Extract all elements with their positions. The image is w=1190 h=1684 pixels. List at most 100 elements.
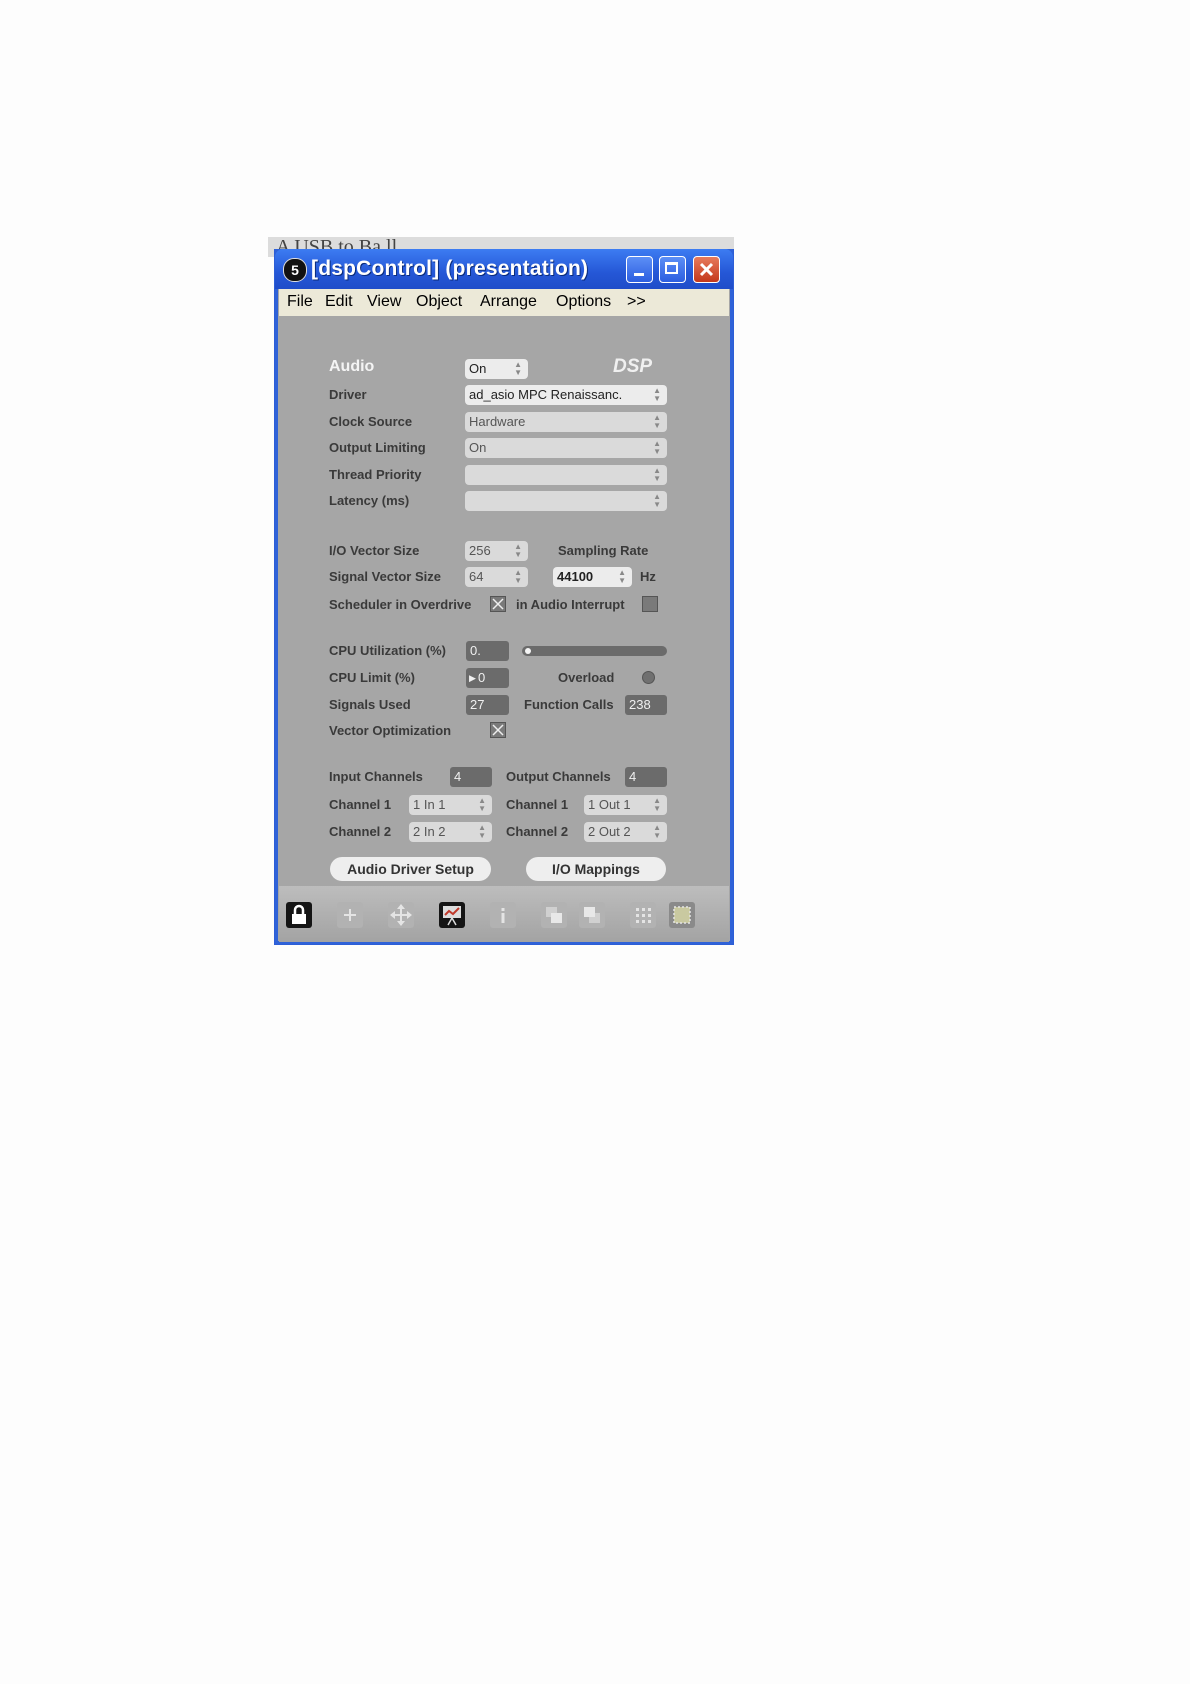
send-back-icon <box>584 907 600 923</box>
output-channel-1-menu[interactable]: 1 Out 1 ▲ ▼ <box>584 795 667 815</box>
move-icon <box>390 904 412 926</box>
output-channel-2-menu[interactable]: 2 Out 2 ▲ ▼ <box>584 822 667 842</box>
presentation-area: Audio On ▲ ▼ DSP Driver ad_asio MPC Renai… <box>279 316 729 886</box>
input-channel-1-value: 1 In 1 <box>413 797 446 812</box>
updown-arrows-icon: ▲ ▼ <box>653 466 661 483</box>
output-channel-2-value: 2 Out 2 <box>588 824 631 839</box>
info-button[interactable] <box>490 902 516 928</box>
output-channels-numberbox[interactable]: 4 <box>625 767 667 787</box>
close-button[interactable] <box>693 256 720 283</box>
audio-driver-setup-button[interactable]: Audio Driver Setup <box>330 857 491 881</box>
function-calls-label: Function Calls <box>524 697 614 712</box>
updown-arrows-icon: ▲ ▼ <box>653 439 661 456</box>
updown-arrows-icon: ▲ ▼ <box>618 568 626 585</box>
menu-edit[interactable]: Edit <box>325 293 353 311</box>
signals-used-display: 27 <box>466 695 509 715</box>
latency-label: Latency (ms) <box>329 493 410 508</box>
audio-onoff-value: On <box>469 361 487 376</box>
close-icon <box>699 262 714 277</box>
bottom-toolbar <box>279 886 729 942</box>
minimize-button[interactable] <box>626 256 653 283</box>
add-button[interactable] <box>337 902 363 928</box>
overload-label: Overload <box>558 670 615 685</box>
updown-arrows-icon: ▲ ▼ <box>478 823 486 840</box>
clock-source-menu[interactable]: Hardware ▲ ▼ <box>465 412 667 432</box>
menu-file[interactable]: File <box>287 293 313 311</box>
io-vector-size-label: I/O Vector Size <box>329 543 420 558</box>
vector-optimization-checkbox[interactable] <box>490 722 506 738</box>
window-title: [dspControl] (presentation) <box>311 257 589 280</box>
sampling-rate-label: Sampling Rate <box>558 543 649 558</box>
menu-options[interactable]: Options <box>556 293 611 311</box>
output-channel-1-value: 1 Out 1 <box>588 797 631 812</box>
input-channels-numberbox[interactable]: 4 <box>450 767 492 787</box>
title-bar[interactable]: 5 [dspControl] (presentation) <box>275 249 733 289</box>
input-channel-1-menu[interactable]: 1 In 1 ▲ ▼ <box>409 795 492 815</box>
maximize-icon <box>665 262 678 274</box>
input-channel-2-menu[interactable]: 2 In 2 ▲ ▼ <box>409 822 492 842</box>
signal-vector-size-menu[interactable]: 64 ▲ ▼ <box>465 567 528 587</box>
menu-object[interactable]: Object <box>416 293 462 311</box>
cpu-utilization-meter-fill <box>525 648 531 654</box>
send-to-back-button[interactable] <box>579 902 605 928</box>
audio-label: Audio <box>329 358 375 375</box>
snap-to-grid-button[interactable] <box>669 902 695 928</box>
dsp-label: DSP <box>613 356 653 377</box>
menu-more[interactable]: >> <box>627 293 646 311</box>
menu-arrange[interactable]: Arrange <box>480 293 537 311</box>
audio-onoff-menu[interactable]: On ▲ ▼ <box>465 359 528 379</box>
checkmark-x-icon <box>492 724 504 736</box>
add-icon <box>344 909 356 921</box>
audio-interrupt-checkbox[interactable] <box>642 596 658 612</box>
signal-vector-size-label: Signal Vector Size <box>329 569 441 584</box>
dsp-control-window: 5 [dspControl] (presentation) File Edit … <box>274 249 734 945</box>
cpu-utilization-label: CPU Utilization (%) <box>329 643 446 658</box>
lock-button[interactable] <box>286 902 312 928</box>
cpu-limit-value: 0 <box>478 670 486 685</box>
output-channel-1-label: Channel 1 <box>506 797 569 812</box>
driver-menu[interactable]: ad_asio MPC Renaissanc. ▲ ▼ <box>465 385 667 405</box>
presentation-mode-button[interactable] <box>439 902 465 928</box>
maximize-button[interactable] <box>659 256 686 283</box>
cpu-utilization-display: 0. <box>466 641 509 661</box>
io-vector-size-menu[interactable]: 256 ▲ ▼ <box>465 541 528 561</box>
function-calls-display: 238 <box>625 695 667 715</box>
updown-arrows-icon: ▲ ▼ <box>478 796 486 813</box>
clock-source-label: Clock Source <box>329 414 413 429</box>
grid-button[interactable] <box>630 902 656 928</box>
thread-priority-menu[interactable]: ▲ ▼ <box>465 465 667 485</box>
move-button[interactable] <box>388 902 414 928</box>
menu-bar: File Edit View Object Arrange Options >> <box>279 289 729 316</box>
cpu-utilization-meter <box>522 646 667 656</box>
bring-front-icon <box>546 907 562 923</box>
updown-arrows-icon: ▲ ▼ <box>653 492 661 509</box>
triangle-right-icon: ▶ <box>469 673 476 683</box>
output-channels-label: Output Channels <box>506 769 611 784</box>
cpu-limit-numberbox[interactable]: ▶ 0 <box>466 668 509 688</box>
input-channel-2-value: 2 In 2 <box>413 824 446 839</box>
signals-used-label: Signals Used <box>329 697 411 712</box>
scheduler-overdrive-checkbox[interactable] <box>490 596 506 612</box>
input-channels-label: Input Channels <box>329 769 423 784</box>
updown-arrows-icon: ▲ ▼ <box>514 568 522 585</box>
latency-menu[interactable]: ▲ ▼ <box>465 491 667 511</box>
info-icon <box>501 908 505 923</box>
output-limiting-menu[interactable]: On ▲ ▼ <box>465 438 667 458</box>
presentation-icon <box>443 906 461 926</box>
driver-value: ad_asio MPC Renaissanc. <box>469 387 623 402</box>
updown-arrows-icon: ▲ ▼ <box>653 823 661 840</box>
cpu-limit-label: CPU Limit (%) <box>329 670 415 685</box>
output-channel-2-label: Channel 2 <box>506 824 569 839</box>
updown-arrows-icon: ▲ ▼ <box>653 413 661 430</box>
sampling-rate-menu[interactable]: 44100 ▲ ▼ <box>553 567 632 587</box>
grid-icon <box>636 908 651 923</box>
vector-optimization-label: Vector Optimization <box>329 723 452 738</box>
io-mappings-button[interactable]: I/O Mappings <box>526 857 666 881</box>
scheduler-overdrive-label: Scheduler in Overdrive <box>329 597 472 612</box>
clock-source-value: Hardware <box>469 414 526 429</box>
sampling-rate-value: 44100 <box>557 569 594 584</box>
snap-icon <box>673 906 691 924</box>
menu-view[interactable]: View <box>367 293 401 311</box>
bring-to-front-button[interactable] <box>541 902 567 928</box>
output-limiting-label: Output Limiting <box>329 440 426 455</box>
